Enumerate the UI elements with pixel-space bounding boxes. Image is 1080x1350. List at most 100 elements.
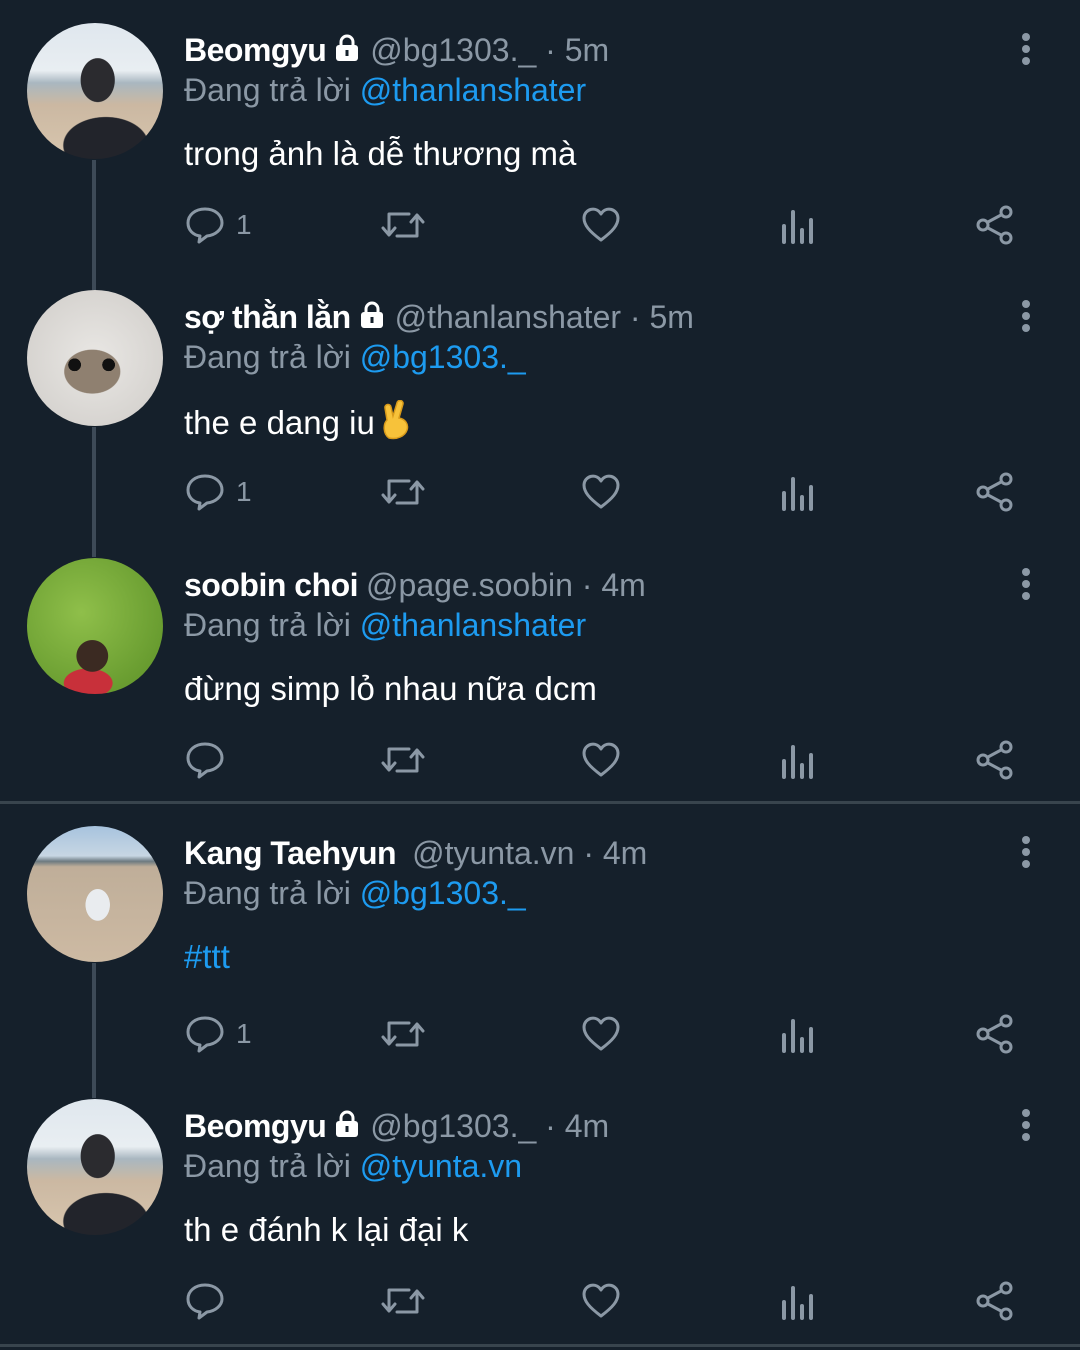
display-name[interactable]: Kang Taehyun (184, 835, 397, 871)
display-name[interactable]: Beomgyu (184, 1108, 327, 1144)
avatar[interactable] (27, 826, 163, 962)
avatar[interactable] (27, 558, 163, 694)
share-button[interactable] (974, 200, 1016, 250)
reply-prefix: Đang trả lời (184, 607, 351, 643)
views-button[interactable] (780, 200, 816, 250)
more-vertical-icon[interactable] (1016, 297, 1036, 337)
tweet[interactable]: Beomgyu @bg1303._ · 5m Đang trả lời @than… (0, 0, 1080, 290)
mention-link[interactable]: @bg1303._ (360, 339, 526, 375)
tweet-text: đừng simp lỏ nhau nữa dcm (184, 670, 597, 707)
reply-icon (184, 204, 226, 246)
reply-prefix: Đang trả lời (184, 339, 351, 375)
tweet-actions: 1 (184, 200, 1034, 250)
more-vertical-icon[interactable] (1016, 30, 1036, 70)
views-button[interactable] (780, 1276, 816, 1326)
like-button[interactable] (580, 200, 622, 250)
share-icon (974, 739, 1016, 781)
handle-time: @tyunta.vn · 4m (412, 835, 648, 871)
like-button[interactable] (580, 1009, 622, 1059)
avatar[interactable] (27, 290, 163, 426)
hashtag-link[interactable]: #ttt (184, 936, 230, 978)
mention-link[interactable]: @thanlanshater (360, 72, 586, 108)
reply-button[interactable]: 1 (184, 467, 252, 517)
tweet[interactable]: sợ thằn lằn @thanlanshater · 5m Đang trả … (0, 267, 1080, 557)
avatar[interactable] (27, 23, 163, 159)
more-vertical-icon[interactable] (1016, 565, 1036, 605)
heart-icon (580, 204, 622, 246)
analytics-icon (780, 739, 816, 781)
share-button[interactable] (974, 1009, 1016, 1059)
mention-link[interactable]: @thanlanshater (360, 607, 586, 643)
views-button[interactable] (780, 735, 816, 785)
lock-icon (357, 299, 387, 339)
display-name[interactable]: soobin choi (184, 567, 359, 603)
share-icon (974, 1013, 1016, 1055)
more-vertical-icon[interactable] (1016, 833, 1036, 873)
heart-icon (580, 471, 622, 513)
reply-icon (184, 471, 226, 513)
reply-context: Đang trả lời @thanlanshater (184, 605, 586, 645)
retweet-icon (380, 1013, 426, 1055)
tweet[interactable]: Kang Taehyun @tyunta.vn · 4m Đang trả lời… (0, 803, 1080, 1098)
handle-time: @page.soobin · 4m (366, 567, 646, 603)
tweet-text: trong ảnh là dễ thương mà (184, 135, 577, 172)
display-name[interactable]: sợ thằn lằn (184, 299, 351, 335)
tweet-actions: 1 (184, 467, 1034, 517)
analytics-icon (780, 471, 816, 513)
share-button[interactable] (974, 735, 1016, 785)
tweet-text-content: the e dang iu (184, 404, 375, 441)
retweet-button[interactable] (380, 1009, 426, 1059)
analytics-icon (780, 1013, 816, 1055)
share-button[interactable] (974, 1276, 1016, 1326)
retweet-button[interactable] (380, 200, 426, 250)
like-button[interactable] (580, 735, 622, 785)
reply-icon (184, 739, 226, 781)
lock-icon (332, 32, 362, 72)
tweet[interactable]: Beomgyu @bg1303._ · 4m Đang trả lời @tyun… (0, 1076, 1080, 1346)
tweet[interactable]: soobin choi @page.soobin · 4m Đang trả lờ… (0, 535, 1080, 803)
heart-icon (580, 1013, 622, 1055)
crossed-fingers-emoji-icon (379, 399, 413, 450)
reply-context: Đang trả lời @bg1303._ (184, 337, 526, 377)
bottom-divider (0, 1344, 1080, 1347)
reply-prefix: Đang trả lời (184, 72, 351, 108)
analytics-icon (780, 204, 816, 246)
retweet-button[interactable] (380, 1276, 426, 1326)
reply-icon (184, 1013, 226, 1055)
retweet-icon (380, 739, 426, 781)
reply-button[interactable] (184, 1276, 236, 1326)
retweet-icon (380, 204, 426, 246)
reply-button[interactable]: 1 (184, 1009, 252, 1059)
reply-count: 1 (236, 209, 252, 240)
reply-context: Đang trả lời @bg1303._ (184, 873, 526, 913)
avatar[interactable] (27, 1099, 163, 1235)
tweet-text: th e đánh k lại đại k (184, 1211, 469, 1248)
share-icon (974, 471, 1016, 513)
heart-icon (580, 739, 622, 781)
mention-link[interactable]: @bg1303._ (360, 875, 526, 911)
tweet-actions (184, 735, 1034, 785)
display-name[interactable]: Beomgyu (184, 32, 327, 68)
share-icon (974, 1280, 1016, 1322)
reply-count: 1 (236, 1018, 252, 1049)
retweet-button[interactable] (380, 735, 426, 785)
heart-icon (580, 1280, 622, 1322)
reply-prefix: Đang trả lời (184, 875, 351, 911)
reply-icon (184, 1280, 226, 1322)
reply-button[interactable]: 1 (184, 200, 252, 250)
retweet-icon (380, 1280, 426, 1322)
retweet-button[interactable] (380, 467, 426, 517)
reply-button[interactable] (184, 735, 236, 785)
like-button[interactable] (580, 467, 622, 517)
handle-time: @bg1303._ · 5m (370, 32, 610, 68)
share-button[interactable] (974, 467, 1016, 517)
share-icon (974, 204, 1016, 246)
handle-time: @bg1303._ · 4m (370, 1108, 610, 1144)
more-vertical-icon[interactable] (1016, 1106, 1036, 1146)
lock-icon (332, 1108, 362, 1148)
like-button[interactable] (580, 1276, 622, 1326)
mention-link[interactable]: @tyunta.vn (360, 1148, 522, 1184)
views-button[interactable] (780, 1009, 816, 1059)
views-button[interactable] (780, 467, 816, 517)
tweet-text: the e dang iu (184, 399, 413, 450)
